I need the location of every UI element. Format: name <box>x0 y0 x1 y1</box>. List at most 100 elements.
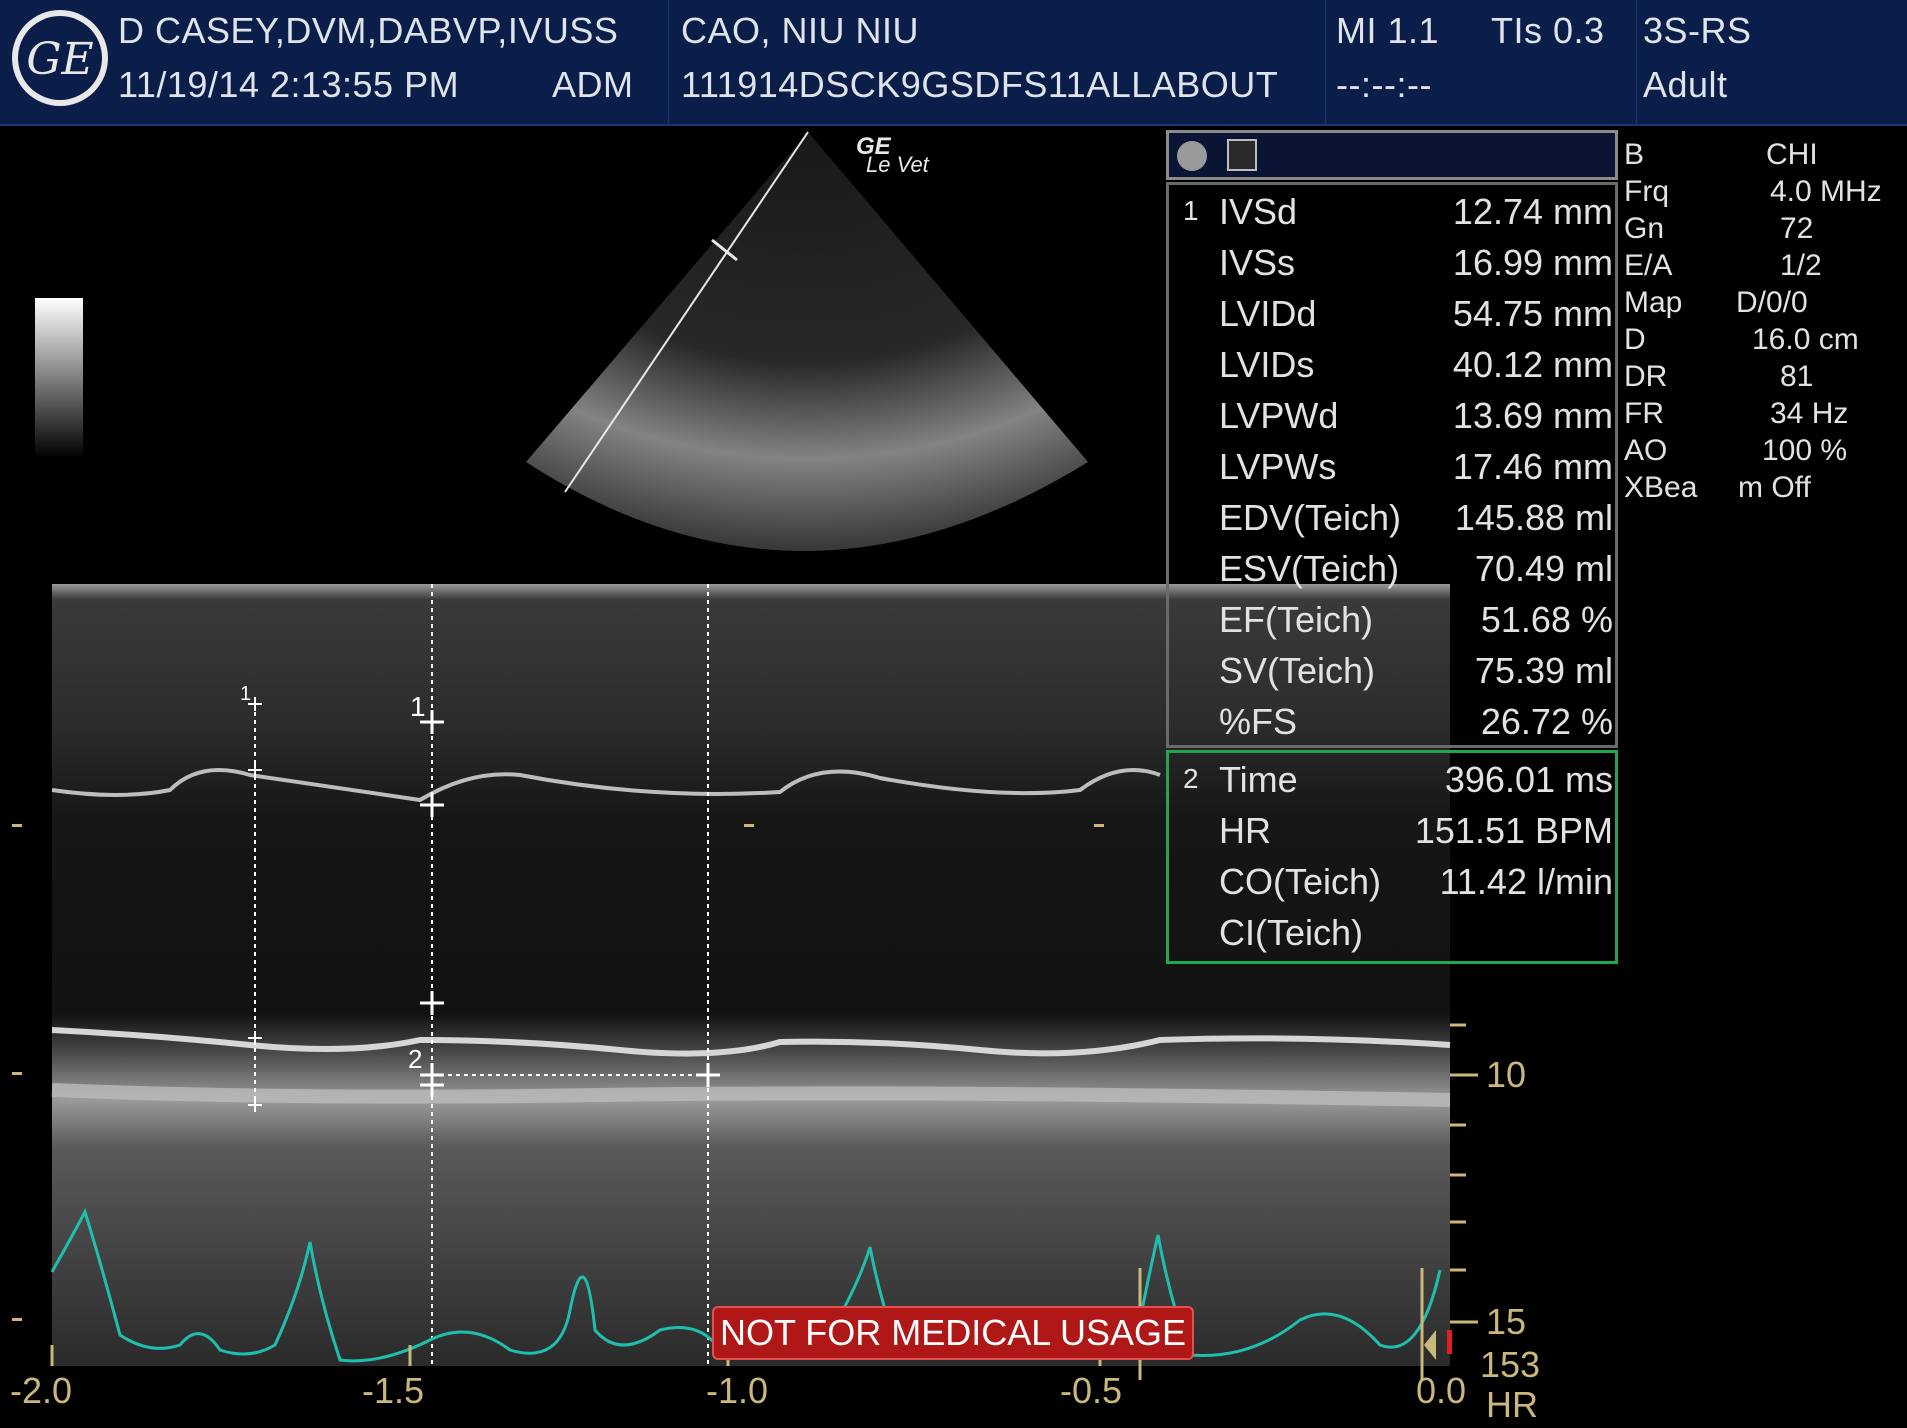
probe-model: Le Vet <box>866 152 930 177</box>
measurement-row[interactable]: LVIDd 54.75 mm <box>1169 289 1615 340</box>
measurement-row[interactable]: EDV(Teich) 145.88 ml <box>1169 493 1615 544</box>
hr-label: HR <box>1486 1384 1538 1425</box>
param-value: 4.0 MHz <box>1770 175 1882 208</box>
param-key: AO <box>1624 434 1668 467</box>
param-value: CHI <box>1766 138 1818 171</box>
measurement-label: LVIDs <box>1219 344 1315 385</box>
param-key: FR <box>1624 397 1664 430</box>
measurement-row[interactable]: HR 151.51 BPM <box>1169 806 1615 857</box>
measurement-value: 13.69 mm <box>1452 395 1613 436</box>
param-key: Map <box>1624 286 1683 319</box>
caliper-label-1: 1 <box>410 691 426 722</box>
param-key: E/A <box>1624 249 1673 282</box>
measurement-value: 51.68 % <box>1480 599 1613 640</box>
time-label: -2.0 <box>10 1370 73 1411</box>
depth-scale <box>1450 1023 1478 1324</box>
measurement-value: 145.88 ml <box>1454 497 1613 538</box>
time-label: -0.5 <box>1060 1370 1123 1411</box>
measurement-value: 12.74 mm <box>1452 191 1613 232</box>
patient-name: CAO, NIU NIU <box>681 10 920 51</box>
param-value: D/0/0 <box>1736 286 1808 319</box>
status-header: GE D CASEY,DVM,DABVP,IVUSS 11/19/14 2:13… <box>0 0 1907 126</box>
depth-label-15: 15 <box>1486 1301 1527 1342</box>
record-icon[interactable] <box>1177 141 1207 171</box>
param-key: DR <box>1624 360 1668 393</box>
measurement-row[interactable]: LVPWd 13.69 mm <box>1169 391 1615 442</box>
param-key: XBea <box>1624 471 1698 504</box>
preset-name: Adult <box>1643 64 1728 105</box>
measurement-value: 40.12 mm <box>1452 344 1613 385</box>
small-caliper-label: 1 <box>240 683 251 705</box>
param-key: Gn <box>1624 212 1665 245</box>
measurement-label: Time <box>1219 759 1298 800</box>
measurement-row[interactable]: SV(Teich) 75.39 ml <box>1169 646 1615 697</box>
param-value: 34 Hz <box>1770 397 1849 430</box>
probe-name: 3S-RS <box>1643 10 1752 51</box>
group-index: 2 <box>1183 763 1199 794</box>
measurement-label: LVIDd <box>1219 293 1317 334</box>
tis-index: TIs 0.3 <box>1491 10 1605 51</box>
measurement-label: CI(Teich) <box>1219 912 1364 953</box>
b-mode-sector <box>526 132 1088 551</box>
time-label: 0.0 <box>1416 1370 1467 1411</box>
panel-toolbar <box>1166 130 1618 180</box>
param-value: 100 % <box>1762 434 1848 467</box>
exam-datetime: 11/19/14 2:13:55 PM <box>118 64 460 105</box>
measurement-label: LVPWs <box>1219 446 1337 487</box>
measurement-value: 54.75 mm <box>1452 293 1613 334</box>
param-value: m Off <box>1738 471 1811 504</box>
measurement-row[interactable]: 2 Time 396.01 ms <box>1169 755 1615 806</box>
measurement-label: HR <box>1219 810 1271 851</box>
param-value: 72 <box>1780 212 1814 245</box>
param-value: 1/2 <box>1780 249 1822 282</box>
hr-marker <box>1447 1330 1452 1354</box>
measurement-value: 11.42 l/min <box>1439 861 1613 902</box>
probe-cell: 3S-RS Adult <box>1637 0 1907 124</box>
patient-id: 111914DSCK9GSDFS11ALLABOUT <box>681 64 1279 105</box>
time-label: -1.0 <box>706 1370 769 1411</box>
param-key: D <box>1624 323 1646 356</box>
measurement-row[interactable]: CI(Teich) <box>1169 908 1615 959</box>
measurement-group-1: 1 IVSd 12.74 mm IVSs 16.99 mm LVIDd 54.75 mm… <box>1166 182 1618 748</box>
mi-index: MI 1.1 <box>1336 10 1440 51</box>
measurement-value: 16.99 mm <box>1452 242 1613 283</box>
hr-value: 153 <box>1480 1344 1541 1385</box>
measurement-row[interactable]: ESV(Teich) 70.49 ml <box>1169 544 1615 595</box>
index-cell: MI 1.1 TIs 0.3 --:--:-- <box>1326 0 1637 124</box>
operator-cell: D CASEY,DVM,DABVP,IVUSS 11/19/14 2:13:55… <box>0 0 669 124</box>
user-id: ADM <box>552 64 634 105</box>
measurement-label: %FS <box>1219 701 1298 742</box>
measurement-row[interactable]: CO(Teich) 11.42 l/min <box>1169 857 1615 908</box>
depth-label-10: 10 <box>1486 1054 1527 1095</box>
measurement-group-2: 2 Time 396.01 ms HR 151.51 BPM CO(Teich) 11.… <box>1166 750 1618 964</box>
measurement-label: ESV(Teich) <box>1219 548 1400 589</box>
measurement-label: IVSd <box>1219 191 1298 232</box>
measurement-value: 396.01 ms <box>1444 759 1613 800</box>
measurement-row[interactable]: %FS 26.72 % <box>1169 697 1615 748</box>
measurement-label: IVSs <box>1219 242 1296 283</box>
measurement-value: 26.72 % <box>1480 701 1613 742</box>
patient-cell: CAO, NIU NIU 111914DSCK9GSDFS11ALLABOUT <box>669 0 1326 124</box>
param-value: 81 <box>1780 360 1814 393</box>
measurement-value: 70.49 ml <box>1474 548 1613 589</box>
measurement-value: 17.46 mm <box>1452 446 1613 487</box>
measurement-row[interactable]: LVPWs 17.46 mm <box>1169 442 1615 493</box>
timer: --:--:-- <box>1336 64 1432 105</box>
measurement-label: LVPWd <box>1219 395 1339 436</box>
grayscale-bar <box>35 298 83 458</box>
caliper-label-2: 2 <box>408 1044 422 1074</box>
operator-name: D CASEY,DVM,DABVP,IVUSS <box>118 10 619 51</box>
measurement-row[interactable]: IVSs 16.99 mm <box>1169 238 1615 289</box>
warning-banner: NOT FOR MEDICAL USAGE <box>712 1306 1194 1360</box>
measurement-label: EDV(Teich) <box>1219 497 1402 538</box>
measurement-label: EF(Teich) <box>1219 599 1374 640</box>
measurement-row[interactable]: LVIDs 40.12 mm <box>1169 340 1615 391</box>
measurement-row[interactable]: EF(Teich) 51.68 % <box>1169 595 1615 646</box>
param-key: B <box>1624 138 1645 171</box>
measurement-row[interactable]: 1 IVSd 12.74 mm <box>1169 187 1615 238</box>
group-index: 1 <box>1183 195 1199 226</box>
measurement-value: 75.39 ml <box>1474 650 1613 691</box>
ultrasound-image: GE Le Vet 1 2 1 <box>12 131 1478 1380</box>
param-key: Frq <box>1624 175 1669 208</box>
report-icon[interactable] <box>1227 139 1257 171</box>
